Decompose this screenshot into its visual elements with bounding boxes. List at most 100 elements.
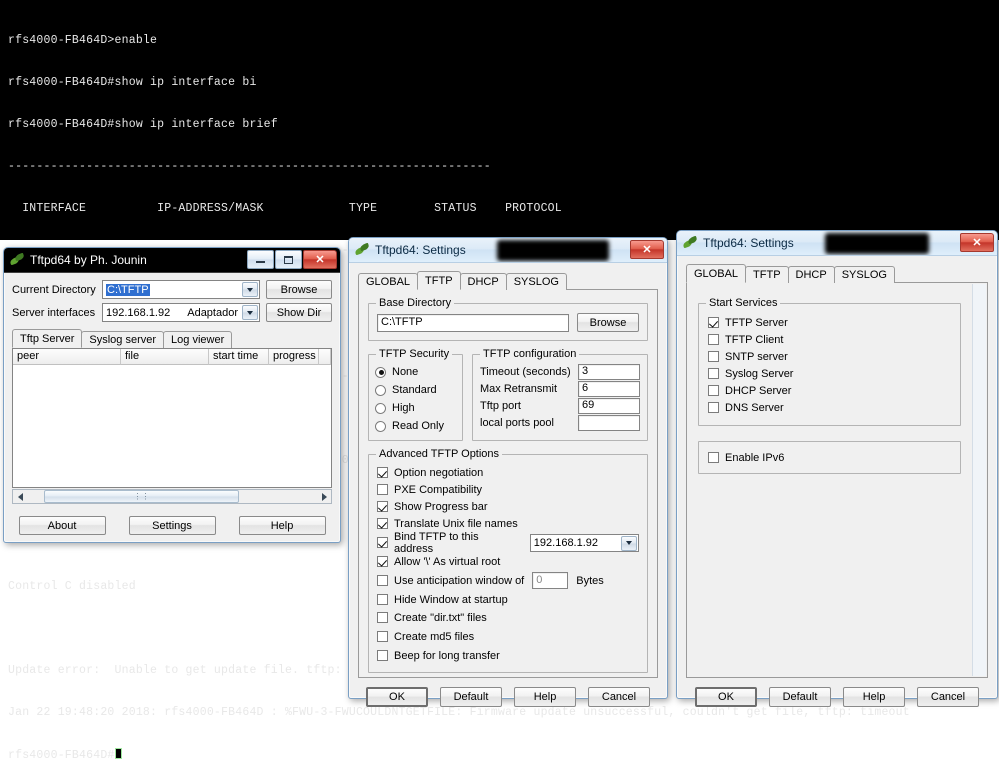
checkbox-dhcp-server[interactable]: DHCP Server [708,382,951,399]
terminal-console[interactable]: rfs4000-FB464D>enable rfs4000-FB464D#sho… [0,0,999,240]
tab-dhcp[interactable]: DHCP [460,273,507,290]
global-settings-dialog[interactable]: Tftpd64: Settings ✕ GLOBAL TFTP DHCP SYS… [676,230,998,699]
terminal-line: rfs4000-FB464D#show ip interface bi [8,76,991,90]
checkbox-show-progress-bar[interactable]: Show Progress bar [377,498,639,515]
checkbox-pxe-compatibility[interactable]: PXE Compatibility [377,481,639,498]
radio-high[interactable]: High [375,399,456,417]
base-directory-group: Base Directory C:\TFTP Browse [368,303,648,341]
tab-syslog[interactable]: SYSLOG [834,266,895,283]
checkbox-sntp-server[interactable]: SNTP server [708,348,951,365]
scrollbar-thumb[interactable]: ⋮⋮ [44,490,238,503]
help-button[interactable]: Help [239,516,326,535]
checkbox-syslog-server[interactable]: Syslog Server [708,365,951,382]
main-window-buttons: ✕ [247,250,337,269]
bind-address-combo[interactable]: 192.168.1.92 [530,534,639,552]
bind-address-value: 192.168.1.92 [534,537,598,549]
current-directory-label: Current Directory [12,284,96,296]
checkbox-beep-for-long-transfer[interactable]: Beep for long transfer [377,646,639,665]
column-header-progress[interactable]: progress [269,349,319,365]
checkbox-use-anticipation-window-row[interactable]: Use anticipation window of 0 Bytes [377,570,639,591]
tab-tftp[interactable]: TFTP [417,271,461,290]
max-retransmit-input[interactable]: 6 [578,381,640,397]
terminal-line: rfs4000-FB464D#show ip interface brief [8,118,991,132]
timeout-input[interactable]: 3 [578,364,640,380]
transfer-list[interactable]: peer file start time progress [12,348,332,488]
chevron-down-icon[interactable] [621,536,637,551]
tftp-settings-dialog[interactable]: Tftpd64: Settings ✕ GLOBAL TFTP DHCP SYS… [348,237,668,699]
column-header-extra[interactable] [319,349,331,365]
cancel-button[interactable]: Cancel [917,687,979,707]
show-dir-button[interactable]: Show Dir [266,303,332,322]
tftp-port-input[interactable]: 69 [578,398,640,414]
radio-none[interactable]: None [375,363,456,381]
tab-tftp-server[interactable]: Tftp Server [12,329,82,348]
tab-syslog-server[interactable]: Syslog server [81,331,164,348]
chevron-down-icon[interactable] [242,305,258,320]
tftpd64-main-window[interactable]: Tftpd64 by Ph. Jounin ✕ Current Director… [3,247,341,543]
close-button[interactable]: ✕ [630,240,664,259]
ok-button[interactable]: OK [695,687,757,707]
start-services-label: Start Services [706,297,780,309]
terminal-line: rfs4000-FB464D>enable [8,34,991,48]
checkbox-dns-server[interactable]: DNS Server [708,399,951,416]
about-button[interactable]: About [19,516,106,535]
tab-dhcp[interactable]: DHCP [788,266,835,283]
advanced-tftp-options-group: Advanced TFTP Options Option negotiation… [368,454,648,673]
checkbox-dns-server-label: DNS Server [725,402,784,414]
checkbox-allow-backslash-virtual-root[interactable]: Allow '\' As virtual root [377,553,639,570]
close-button[interactable]: ✕ [960,233,994,252]
tftp-port-row: Tftp port 69 [480,397,640,414]
scroll-right-icon[interactable] [317,493,331,501]
checkbox-option-negotiation[interactable]: Option negotiation [377,464,639,481]
default-button[interactable]: Default [769,687,831,707]
maximize-button[interactable] [275,250,302,269]
checkbox-bind-tftp-address-row[interactable]: Bind TFTP to this address 192.168.1.92 [377,532,639,553]
default-button[interactable]: Default [440,687,502,707]
global-dialog-tabs: GLOBAL TFTP DHCP SYSLOG [686,264,988,283]
checkbox-tftp-client[interactable]: TFTP Client [708,331,951,348]
radio-standard-label: Standard [392,384,437,396]
column-header-start-time[interactable]: start time [209,349,269,365]
settings-button[interactable]: Settings [129,516,216,535]
server-interfaces-combo[interactable]: 192.168.1.92 Adaptador [102,303,260,322]
minimize-button[interactable] [247,250,274,269]
help-button[interactable]: Help [843,687,905,707]
tab-syslog[interactable]: SYSLOG [506,273,567,290]
checkbox-create-md5-files[interactable]: Create md5 files [377,627,639,646]
tftp-dialog-titlebar[interactable]: Tftpd64: Settings ✕ [349,238,667,263]
scroll-left-icon[interactable] [13,493,27,501]
tab-global[interactable]: GLOBAL [686,264,746,283]
browse-button[interactable]: Browse [266,280,332,299]
checkbox-enable-ipv6[interactable]: Enable IPv6 [708,449,951,466]
tab-tftp[interactable]: TFTP [745,266,789,283]
checkbox-create-dir-txt-files[interactable]: Create "dir.txt" files [377,608,639,627]
tftp-dialog-footer: OK Default Help Cancel [358,687,658,707]
close-button[interactable]: ✕ [303,250,337,269]
base-directory-browse-button[interactable]: Browse [577,313,639,332]
radio-standard[interactable]: Standard [375,381,456,399]
local-ports-pool-input[interactable] [578,415,640,431]
checkbox-translate-unix-file-names[interactable]: Translate Unix file names [377,515,639,532]
global-dialog-titlebar[interactable]: Tftpd64: Settings ✕ [677,231,997,256]
tab-log-viewer[interactable]: Log viewer [163,331,232,348]
help-button[interactable]: Help [514,687,576,707]
column-header-peer[interactable]: peer [13,349,121,365]
horizontal-scrollbar[interactable]: ⋮⋮ [12,489,332,504]
base-directory-input[interactable]: C:\TFTP [377,314,569,332]
anticipation-window-input[interactable]: 0 [532,572,568,589]
cancel-button[interactable]: Cancel [588,687,650,707]
tftp-configuration-group: TFTP configuration Timeout (seconds) 3 M… [472,354,648,441]
ok-button[interactable]: OK [366,687,428,707]
main-window-titlebar[interactable]: Tftpd64 by Ph. Jounin ✕ [4,248,340,273]
tab-global[interactable]: GLOBAL [358,273,418,290]
global-dialog-body: GLOBAL TFTP DHCP SYSLOG Start Services T… [677,256,997,715]
chevron-down-icon[interactable] [242,282,258,297]
checkbox-tftp-server[interactable]: TFTP Server [708,314,951,331]
current-directory-combo[interactable]: C:\TFTP [102,280,260,299]
radio-read-only[interactable]: Read Only [375,417,456,435]
scrollbar-track[interactable]: ⋮⋮ [27,490,317,503]
checkbox-use-anticipation-window-label: Use anticipation window of [394,575,524,587]
column-header-file[interactable]: file [121,349,209,365]
checkbox-hide-window-at-startup[interactable]: Hide Window at startup [377,591,639,608]
panel-scrollbar[interactable] [972,284,986,676]
